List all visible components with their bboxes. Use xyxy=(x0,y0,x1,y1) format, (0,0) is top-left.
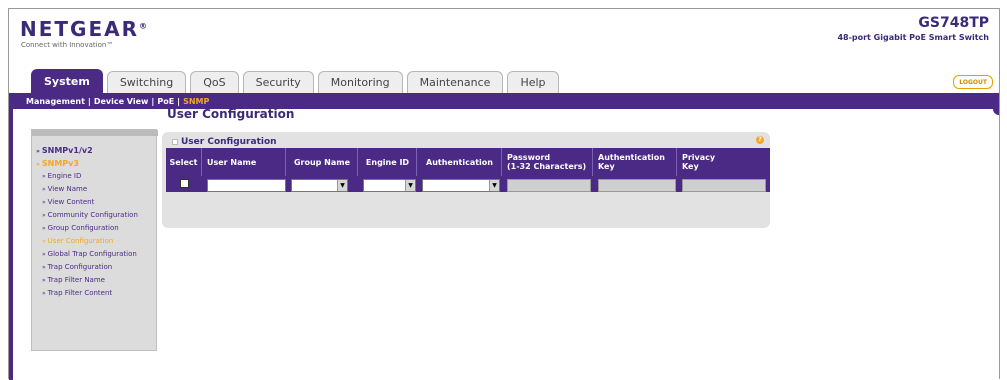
subnav-management[interactable]: Management xyxy=(26,97,85,106)
sidebar-item-group-configuration[interactable]: » Group Configuration xyxy=(36,224,158,233)
bullet-icon: » xyxy=(42,186,46,193)
tab-monitoring[interactable]: Monitoring xyxy=(317,71,403,93)
bullet-icon: » xyxy=(42,212,46,219)
subnav-corner xyxy=(993,109,999,115)
left-accent-bar xyxy=(9,109,13,380)
app-frame: NETGEAR® Connect with Innovation™ GS748T… xyxy=(8,8,1000,380)
sidebar-item-community-configuration[interactable]: » Community Configuration xyxy=(36,211,158,220)
column-header-privacy-key: Privacy Key xyxy=(682,153,716,171)
panel-header: User Configuration xyxy=(172,137,277,147)
device-model: GS748TP xyxy=(918,15,989,31)
subnav-snmp[interactable]: SNMP xyxy=(183,97,209,106)
bullet-icon: » xyxy=(42,251,46,258)
user-table: Select User Name Group Name Engine ID Au… xyxy=(166,148,770,192)
bullet-icon: » xyxy=(36,148,40,155)
password-input[interactable] xyxy=(507,179,591,192)
engine-id-select[interactable]: ▼ xyxy=(363,179,416,192)
bullet-icon: » xyxy=(42,238,46,245)
sidebar: » SNMPv1/v2 » SNMPv3 » Engine ID » View Name… xyxy=(31,129,158,351)
sidebar-item-global-trap-configuration[interactable]: » Global Trap Configuration xyxy=(36,250,158,259)
user-name-input[interactable] xyxy=(207,179,286,192)
sidebar-item-trap-filter-content[interactable]: » Trap Filter Content xyxy=(36,289,158,298)
tab-system[interactable]: System xyxy=(31,69,103,93)
tab-security[interactable]: Security xyxy=(242,71,314,93)
column-header-user-name: User Name xyxy=(203,148,286,176)
bullet-icon: » xyxy=(42,290,46,297)
privacy-key-input[interactable] xyxy=(682,179,766,192)
user-configuration-panel: User Configuration ? Select User Name Gr… xyxy=(162,132,770,228)
subnav-device-view[interactable]: Device View xyxy=(94,97,149,106)
device-description: 48-port Gigabit PoE Smart Switch xyxy=(837,33,989,42)
sidebar-item-snmpv1v2[interactable]: » SNMPv1/v2 xyxy=(36,146,158,156)
bullet-icon: » xyxy=(42,225,46,232)
select-checkbox[interactable] xyxy=(180,179,189,188)
panel-title: User Configuration xyxy=(181,137,277,147)
logout-button[interactable]: LOGOUT xyxy=(953,75,993,89)
chevron-down-icon: ▼ xyxy=(405,180,415,191)
collapse-icon[interactable] xyxy=(172,139,178,145)
tab-help[interactable]: Help xyxy=(507,71,559,93)
sidebar-item-view-name[interactable]: » View Name xyxy=(36,185,158,194)
authentication-key-input[interactable] xyxy=(598,179,676,192)
authentication-select[interactable]: ▼ xyxy=(422,179,500,192)
brand-tagline: Connect with Innovation™ xyxy=(21,41,114,49)
netgear-logo: NETGEAR® xyxy=(20,17,147,41)
subnav-separator: | xyxy=(87,96,91,106)
column-header-password: Password (1-32 Characters) xyxy=(503,148,593,176)
sidebar-list: » SNMPv1/v2 » SNMPv3 » Engine ID » View Name… xyxy=(36,146,158,302)
sidebar-item-user-configuration[interactable]: » User Configuration xyxy=(36,237,158,246)
sidebar-item-trap-configuration[interactable]: » Trap Configuration xyxy=(36,263,158,272)
chevron-down-icon: ▼ xyxy=(337,180,347,191)
column-header-authentication: Authentication xyxy=(418,148,502,176)
column-header-group-name: Group Name xyxy=(287,148,358,176)
chevron-down-icon: ▼ xyxy=(489,180,499,191)
column-header-select: Select xyxy=(166,148,202,176)
table-row: ▼ ▼ ▼ xyxy=(166,177,770,192)
main-tabs: System Switching QoS Security Monitoring… xyxy=(31,69,563,93)
bullet-icon: » xyxy=(42,199,46,206)
column-header-engine-id: Engine ID xyxy=(359,148,417,176)
tab-maintenance[interactable]: Maintenance xyxy=(406,71,504,93)
sidebar-item-snmpv3[interactable]: » SNMPv3 xyxy=(36,159,158,169)
bullet-icon: » xyxy=(42,173,46,180)
page-title: User Configuration xyxy=(167,107,295,121)
bullet-icon: » xyxy=(42,264,46,271)
subnav-separator: | xyxy=(177,96,181,106)
tab-qos[interactable]: QoS xyxy=(190,71,239,93)
sidebar-item-view-content[interactable]: » View Content xyxy=(36,198,158,207)
sidebar-top-bar xyxy=(32,130,158,136)
sidebar-item-trap-filter-name[interactable]: » Trap Filter Name xyxy=(36,276,158,285)
group-name-select[interactable]: ▼ xyxy=(291,179,348,192)
bullet-icon: » xyxy=(36,161,40,168)
column-header-authentication-key: Authentication Key xyxy=(594,148,677,176)
tab-switching[interactable]: Switching xyxy=(106,71,187,93)
bullet-icon: » xyxy=(42,277,46,284)
sidebar-item-engine-id[interactable]: » Engine ID xyxy=(36,172,158,181)
subnav-poe[interactable]: PoE xyxy=(157,97,174,106)
subnav-separator: | xyxy=(151,96,155,106)
sub-navigation: Management | Device View | PoE | SNMP xyxy=(9,93,999,109)
help-icon[interactable]: ? xyxy=(756,136,764,144)
